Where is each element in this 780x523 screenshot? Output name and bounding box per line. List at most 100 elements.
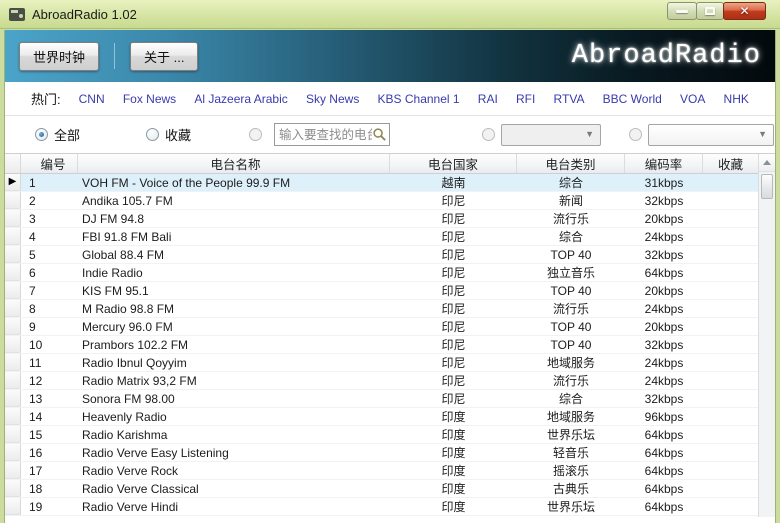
- cell-bitrate: 64kbps: [644, 445, 684, 460]
- table-row[interactable]: 13 Sonora FM 98.00 印尼 综合 32kbps: [5, 390, 758, 408]
- row-selector-cell[interactable]: [5, 372, 21, 389]
- table-row[interactable]: 10 Prambors 102.2 FM 印尼 TOP 40 32kbps: [5, 336, 758, 354]
- cell-country: 印度: [441, 410, 466, 424]
- row-selector-cell[interactable]: [5, 318, 21, 335]
- table-row[interactable]: 4 FBI 91.8 FM Bali 印尼 综合 24kbps: [5, 228, 758, 246]
- table-row[interactable]: 14 Heavenly Radio 印度 地域服务 96kbps: [5, 408, 758, 426]
- table-row[interactable]: 15 Radio Karishma 印度 世界乐坛 64kbps: [5, 426, 758, 444]
- table-row[interactable]: ▶ 1 VOH FM - Voice of the People 99.9 FM…: [5, 174, 758, 192]
- filter-favorites-radio[interactable]: 收藏: [146, 125, 191, 144]
- cell-country: 印度: [441, 464, 466, 478]
- close-button[interactable]: ✕: [723, 2, 766, 20]
- cell-bitrate: 31kbps: [644, 175, 684, 190]
- selected-row-marker-icon: ▶: [8, 176, 17, 187]
- row-selector-cell[interactable]: [5, 480, 21, 497]
- cell-station-name: Radio Matrix 93,2 FM: [82, 373, 197, 388]
- hot-link-fox-news[interactable]: Fox News: [123, 92, 176, 106]
- filter-country-radio[interactable]: [482, 128, 496, 141]
- row-selector-cell[interactable]: [5, 246, 21, 263]
- table-row[interactable]: 8 M Radio 98.8 FM 印尼 流行乐 24kbps: [5, 300, 758, 318]
- table-row[interactable]: 6 Indie Radio 印尼 独立音乐 64kbps: [5, 264, 758, 282]
- cell-favorite: [703, 498, 758, 515]
- row-selector-cell[interactable]: [5, 210, 21, 227]
- maximize-button[interactable]: [696, 2, 724, 20]
- row-selector-cell[interactable]: [5, 390, 21, 407]
- table-row[interactable]: 2 Andika 105.7 FM 印尼 新闻 32kbps: [5, 192, 758, 210]
- search-magnifier-icon[interactable]: [372, 127, 387, 142]
- filter-category-radio[interactable]: [629, 128, 643, 141]
- filter-all-radio[interactable]: 全部: [35, 125, 80, 144]
- cell-station-name: M Radio 98.8 FM: [82, 301, 175, 316]
- row-selector-cell[interactable]: [5, 300, 21, 317]
- cell-country: 印度: [441, 500, 466, 514]
- minimize-icon: [676, 9, 688, 13]
- row-selector-cell[interactable]: [5, 444, 21, 461]
- hot-label: 热门:: [31, 92, 61, 107]
- header-category[interactable]: 电台类别: [517, 154, 625, 173]
- table-row[interactable]: 11 Radio Ibnul Qoyyim 印尼 地域服务 24kbps: [5, 354, 758, 372]
- world-clock-button[interactable]: 世界时钟: [19, 41, 100, 71]
- cell-number: 8: [29, 301, 36, 316]
- row-selector-cell[interactable]: [5, 498, 21, 515]
- hot-link-nhk[interactable]: NHK: [724, 92, 749, 106]
- cell-bitrate: 64kbps: [644, 265, 684, 280]
- hot-link-rtva[interactable]: RTVA: [554, 92, 585, 106]
- row-selector-cell[interactable]: [5, 192, 21, 209]
- cell-favorite: [703, 462, 758, 479]
- cell-country: 印尼: [441, 284, 466, 298]
- country-dropdown[interactable]: ▼: [501, 123, 602, 146]
- header-favorite[interactable]: 收藏: [703, 154, 758, 173]
- table-row[interactable]: 7 KIS FM 95.1 印尼 TOP 40 20kbps: [5, 282, 758, 300]
- header-banner: 世界时钟 关于 ... AbroadRadio: [5, 30, 775, 82]
- cell-country: 印尼: [441, 266, 466, 280]
- about-button[interactable]: 关于 ...: [130, 41, 199, 71]
- minimize-button[interactable]: [667, 2, 697, 20]
- header-station-name[interactable]: 电台名称: [78, 154, 390, 173]
- category-dropdown[interactable]: ▼: [648, 123, 775, 146]
- table-row[interactable]: 3 DJ FM 94.8 印尼 流行乐 20kbps: [5, 210, 758, 228]
- row-selector-cell[interactable]: ▶: [5, 174, 21, 191]
- hot-link-bbc-world[interactable]: BBC World: [603, 92, 662, 106]
- hot-link-rfi[interactable]: RFI: [516, 92, 535, 106]
- row-selector-cell[interactable]: [5, 228, 21, 245]
- row-selector-cell[interactable]: [5, 282, 21, 299]
- hot-link-al-jazeera-arabic[interactable]: Al Jazeera Arabic: [194, 92, 287, 106]
- cell-favorite: [703, 354, 758, 371]
- table-row[interactable]: 18 Radio Verve Classical 印度 古典乐 64kbps: [5, 480, 758, 498]
- scrollbar-thumb[interactable]: [761, 174, 773, 199]
- hot-link-kbs-channel-1[interactable]: KBS Channel 1: [378, 92, 460, 106]
- header-bitrate[interactable]: 编码率: [625, 154, 703, 173]
- cell-number: 1: [29, 175, 36, 190]
- cell-number: 9: [29, 319, 36, 334]
- row-selector-cell[interactable]: [5, 462, 21, 479]
- table-row[interactable]: 12 Radio Matrix 93,2 FM 印尼 流行乐 24kbps: [5, 372, 758, 390]
- row-selector-cell[interactable]: [5, 336, 21, 353]
- table-row[interactable]: 9 Mercury 96.0 FM 印尼 TOP 40 20kbps: [5, 318, 758, 336]
- filter-search-radio[interactable]: [249, 128, 263, 141]
- table-row[interactable]: 16 Radio Verve Easy Listening 印度 轻音乐 64k…: [5, 444, 758, 462]
- hot-link-rai[interactable]: RAI: [478, 92, 498, 106]
- table-row[interactable]: 5 Global 88.4 FM 印尼 TOP 40 32kbps: [5, 246, 758, 264]
- row-selector-cell[interactable]: [5, 354, 21, 371]
- cell-number: 17: [29, 463, 43, 478]
- cell-bitrate: 24kbps: [644, 373, 684, 388]
- hot-link-sky-news[interactable]: Sky News: [306, 92, 359, 106]
- row-selector-cell[interactable]: [5, 408, 21, 425]
- cell-country: 印度: [441, 446, 466, 460]
- title-bar[interactable]: AbroadRadio 1.02 ✕: [0, 0, 780, 29]
- hot-link-cnn[interactable]: CNN: [79, 92, 105, 106]
- table-row[interactable]: 19 Radio Verve Hindi 印度 世界乐坛 64kbps: [5, 498, 758, 516]
- station-search-input[interactable]: [279, 127, 373, 142]
- row-selector-cell[interactable]: [5, 264, 21, 281]
- cell-favorite: [703, 390, 758, 407]
- header-number[interactable]: 编号: [21, 154, 78, 173]
- scroll-up-button[interactable]: [759, 154, 775, 172]
- header-country[interactable]: 电台国家: [390, 154, 517, 173]
- hot-link-voa[interactable]: VOA: [680, 92, 705, 106]
- cell-number: 16: [29, 445, 43, 460]
- cell-country: 印尼: [441, 338, 466, 352]
- table-row[interactable]: 17 Radio Verve Rock 印度 摇滚乐 64kbps: [5, 462, 758, 480]
- vertical-scrollbar[interactable]: [758, 154, 775, 517]
- chevron-down-icon: ▼: [758, 129, 768, 139]
- row-selector-cell[interactable]: [5, 426, 21, 443]
